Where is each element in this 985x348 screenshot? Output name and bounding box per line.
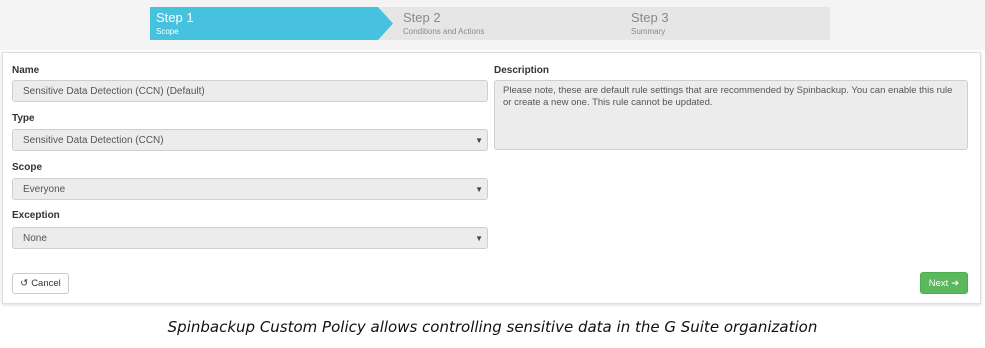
- type-select-value: Sensitive Data Detection (CCN): [23, 135, 164, 146]
- step-subtitle: Summary: [631, 27, 666, 36]
- next-button-label: Next: [928, 277, 949, 289]
- step-subtitle: Scope: [156, 27, 179, 36]
- step-subtitle: Conditions and Actions: [403, 27, 485, 36]
- scope-label: Scope: [12, 162, 43, 173]
- exception-select[interactable]: None ▼: [12, 227, 488, 249]
- wizard-step-1[interactable]: Step 1 Scope: [150, 7, 394, 40]
- name-label: Name: [12, 65, 40, 76]
- next-button[interactable]: Next ➔: [920, 272, 968, 294]
- chevron-down-icon: ▼: [475, 185, 483, 194]
- exception-select-value: None: [23, 233, 47, 244]
- step-title: Step 1: [156, 10, 194, 25]
- chevron-down-icon: ▼: [475, 136, 483, 145]
- figure-caption: Spinbackup Custom Policy allows controll…: [167, 318, 818, 336]
- chevron-down-icon: ▼: [475, 234, 483, 243]
- wizard-step-2[interactable]: Step 2 Conditions and Actions: [378, 7, 622, 40]
- rule-form-panel: Name Sensitive Data Detection (CCN) (Def…: [2, 52, 981, 304]
- step-title: Step 2: [403, 10, 441, 25]
- arrow-right-icon: ➔: [951, 277, 960, 289]
- scope-select[interactable]: Everyone ▼: [12, 178, 488, 200]
- wizard-step-3[interactable]: Step 3 Summary: [606, 7, 830, 40]
- cancel-button-label: Cancel: [31, 278, 61, 289]
- description-label: Description: [494, 65, 550, 76]
- exception-label: Exception: [12, 210, 60, 221]
- undo-icon: ↺: [20, 278, 29, 289]
- step-title: Step 3: [631, 10, 669, 25]
- type-label: Type: [12, 113, 35, 124]
- description-textarea[interactable]: Please note, these are default rule sett…: [494, 80, 968, 150]
- scope-select-value: Everyone: [23, 184, 66, 195]
- cancel-button[interactable]: ↺ Cancel: [12, 273, 69, 294]
- name-input[interactable]: Sensitive Data Detection (CCN) (Default): [12, 80, 488, 102]
- type-select[interactable]: Sensitive Data Detection (CCN) ▼: [12, 129, 488, 151]
